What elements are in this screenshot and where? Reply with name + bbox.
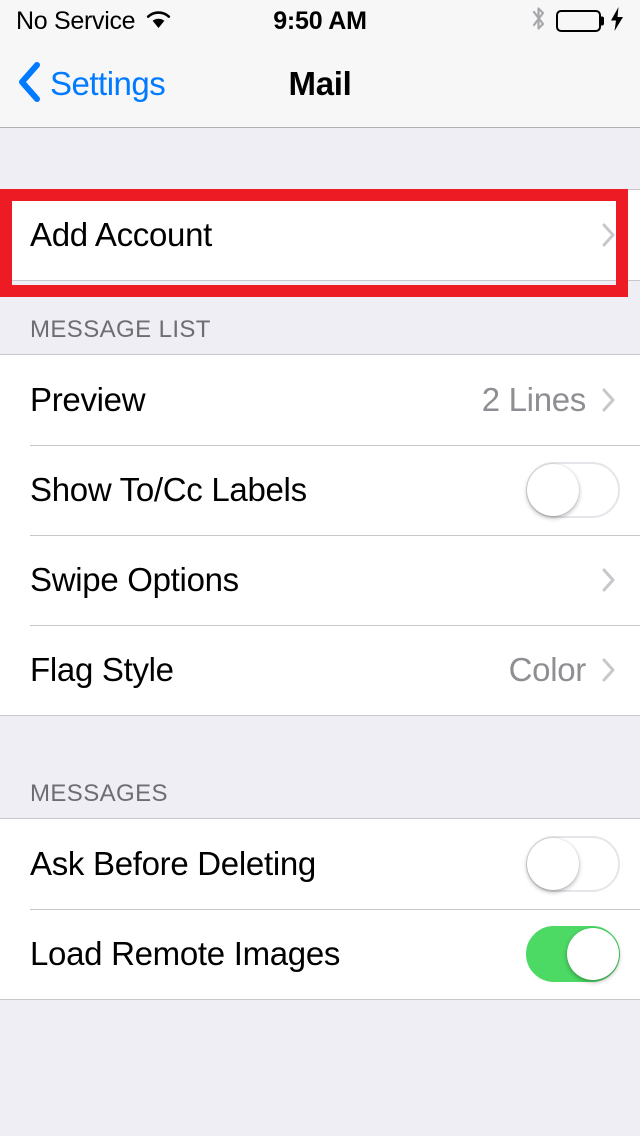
row-show-to-cc-labels[interactable]: Show To/Cc Labels: [0, 445, 640, 535]
row-flag-style[interactable]: Flag Style Color: [0, 625, 640, 715]
row-ask-before-deleting[interactable]: Ask Before Deleting: [0, 819, 640, 909]
row-ask-before-deleting-label: Ask Before Deleting: [30, 845, 316, 882]
row-load-remote-images[interactable]: Load Remote Images: [0, 909, 640, 999]
carrier-label: No Service: [16, 6, 136, 35]
switch-ask-before-deleting[interactable]: [526, 836, 620, 892]
chevron-right-icon: [602, 388, 616, 412]
page-title: Mail: [288, 65, 352, 102]
accounts-group: Add Account: [0, 189, 640, 281]
row-flag-style-label: Flag Style: [30, 651, 174, 688]
section-header-message-list: MESSAGE LIST: [0, 281, 640, 354]
row-add-account-label: Add Account: [30, 216, 213, 253]
message-list-group: Preview 2 Lines Show To/Cc Labels Swipe …: [0, 354, 640, 716]
row-preview[interactable]: Preview 2 Lines: [0, 355, 640, 445]
status-bar-left: No Service: [16, 6, 172, 35]
switch-show-to-cc-labels[interactable]: [526, 462, 620, 518]
row-preview-value: 2 Lines: [481, 381, 587, 418]
row-swipe-options[interactable]: Swipe Options: [0, 535, 640, 625]
chevron-right-icon: [602, 658, 616, 682]
navigation-bar: Settings Mail: [0, 42, 640, 128]
row-show-to-cc-labels-label: Show To/Cc Labels: [30, 471, 307, 508]
switch-knob: [527, 464, 579, 516]
section-header-messages: MESSAGES: [0, 716, 640, 818]
wifi-icon: [145, 9, 172, 34]
bluetooth-icon: [530, 5, 547, 37]
row-load-remote-images-label: Load Remote Images: [30, 935, 341, 972]
battery-icon: [556, 10, 604, 32]
switch-knob: [527, 838, 579, 890]
messages-group: Ask Before Deleting Load Remote Images: [0, 818, 640, 1000]
status-bar: No Service 9:50 AM: [0, 0, 640, 42]
switch-knob: [567, 928, 619, 980]
lightning-bolt-icon: [610, 6, 624, 36]
row-swipe-options-label: Swipe Options: [30, 561, 239, 598]
status-bar-right: [530, 5, 624, 37]
chevron-right-icon: [602, 568, 616, 592]
row-flag-style-value: Color: [508, 651, 587, 688]
chevron-right-icon: [602, 223, 616, 247]
switch-load-remote-images[interactable]: [526, 926, 620, 982]
row-preview-label: Preview: [30, 381, 146, 418]
row-add-account[interactable]: Add Account: [0, 190, 640, 280]
top-spacer: [0, 128, 640, 189]
